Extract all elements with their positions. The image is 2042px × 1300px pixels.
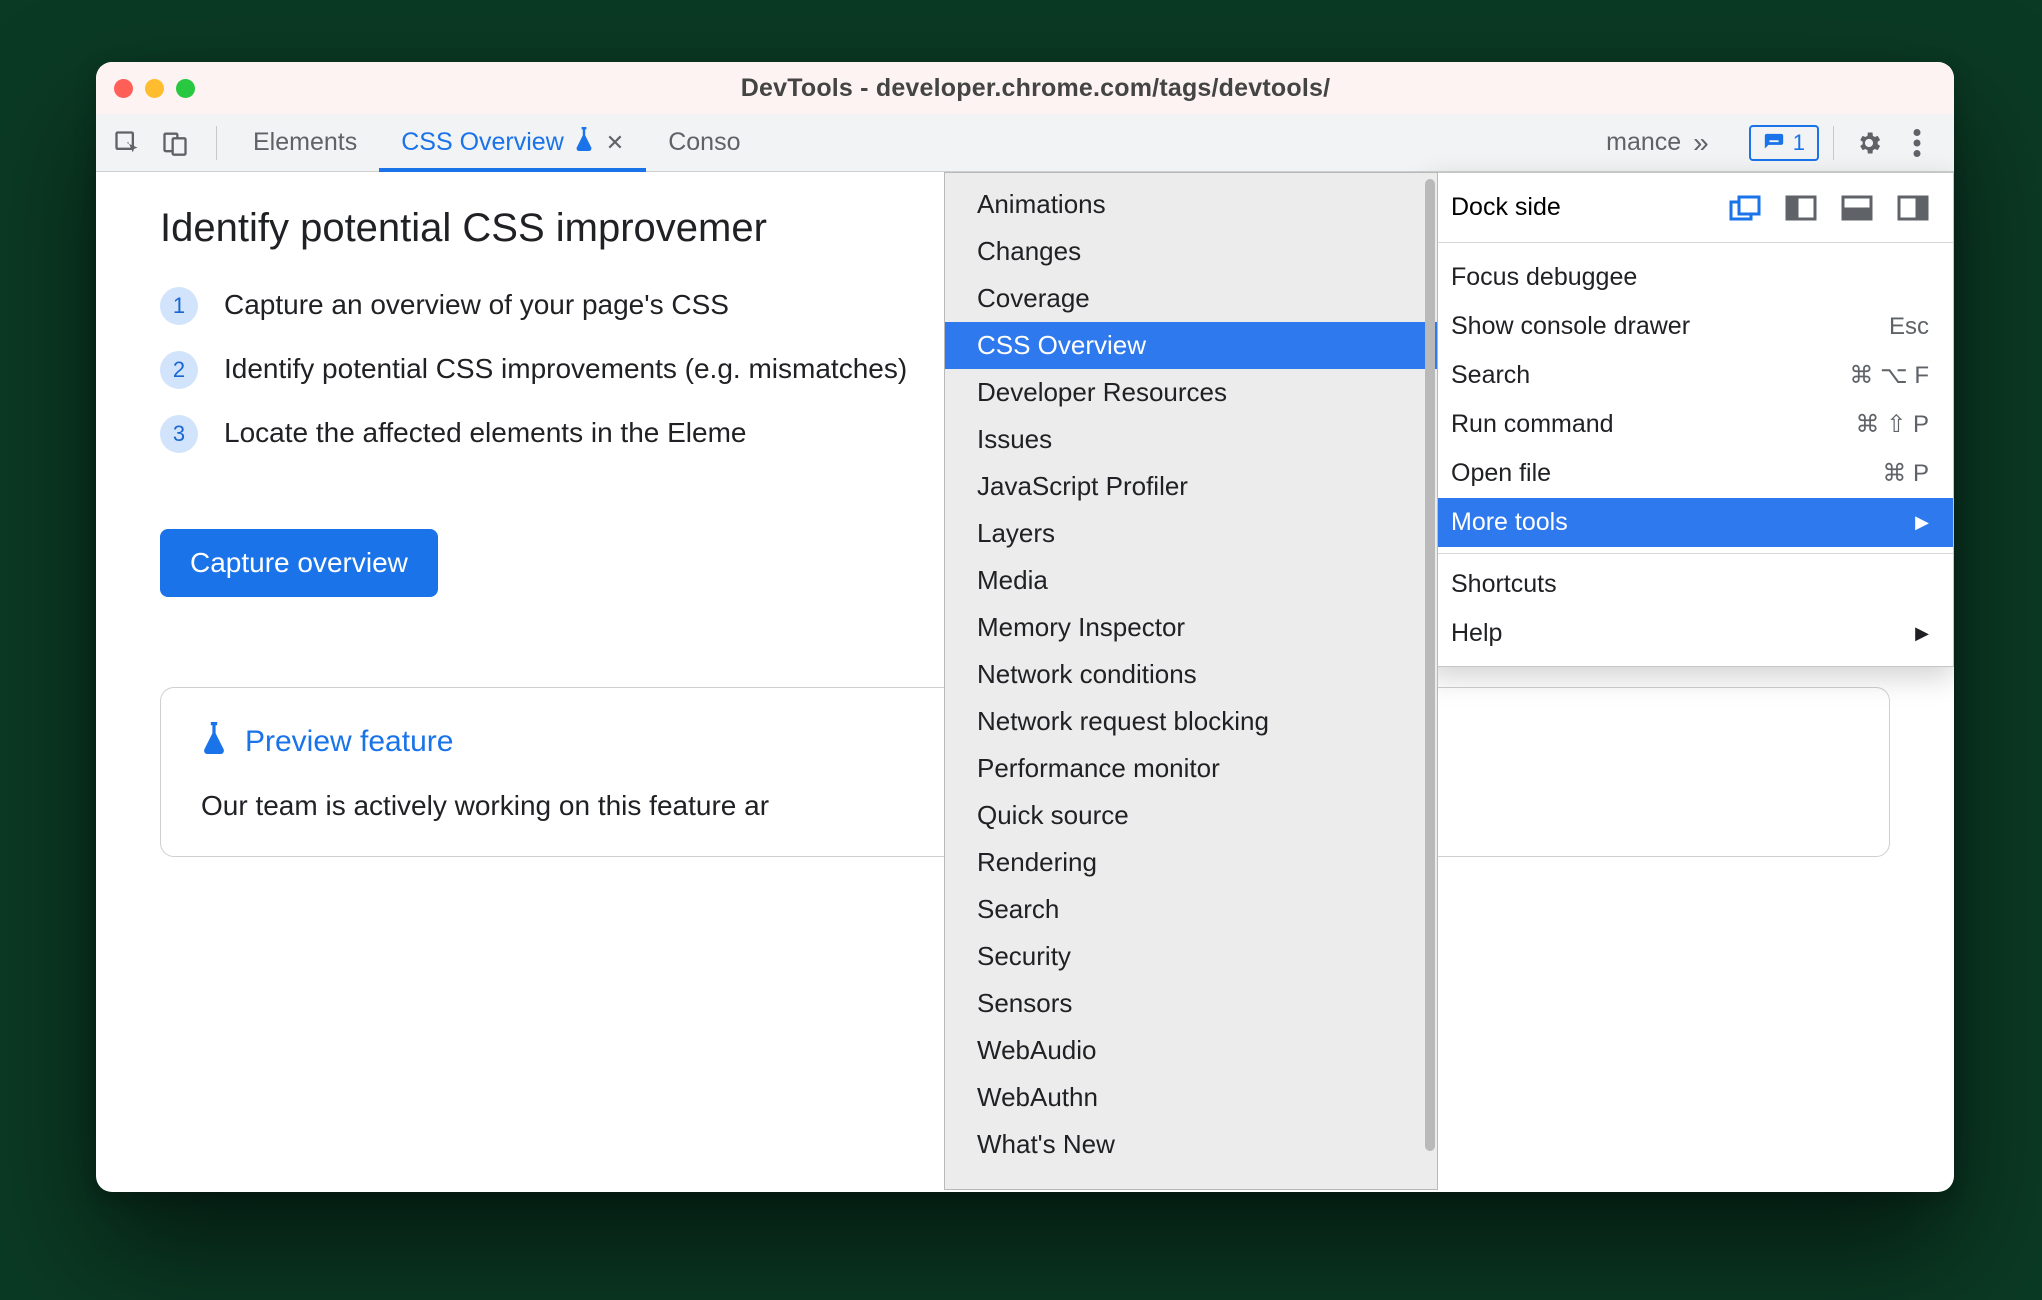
scrollbar[interactable] [1425,179,1435,1151]
panel-tabs: Elements CSS Overview ✕ Conso [231,114,762,171]
dock-left-icon[interactable] [1785,195,1817,221]
settings-menu: Dock side Focus debuggee Show console dra… [1426,172,1954,667]
submenu-item[interactable]: CSS Overview [945,322,1437,369]
kebab-menu-icon[interactable] [1896,122,1938,164]
issues-count: 1 [1793,130,1805,156]
dock-undock-icon[interactable] [1729,195,1761,221]
submenu-item[interactable]: Developer Resources [945,369,1437,416]
step-text: Capture an overview of your page's CSS [224,285,729,325]
submenu-item[interactable]: Media [945,557,1437,604]
device-toolbar-icon[interactable] [154,122,196,164]
minimize-window-button[interactable] [145,79,164,98]
tab-label: CSS Overview [401,128,564,157]
menu-item-more-tools[interactable]: More tools ▶ [1427,498,1953,547]
tab-performance-partial[interactable]: mance [1598,128,1689,157]
submenu-item[interactable]: Layers [945,510,1437,557]
step-number: 3 [160,415,198,453]
menu-item[interactable]: Run command ⌘ ⇧ P [1427,400,1953,449]
dock-bottom-icon[interactable] [1841,195,1873,221]
tab-console[interactable]: Conso [646,114,762,171]
menu-item-help[interactable]: Help ▶ [1427,609,1953,658]
menu-label: Help [1451,619,1502,648]
menu-shortcut: Esc [1889,313,1929,341]
menu-item[interactable]: Show console drawer Esc [1427,302,1953,351]
submenu-item[interactable]: Rendering [945,839,1437,886]
submenu-item[interactable]: Sensors [945,980,1437,1027]
devtools-window: DevTools - developer.chrome.com/tags/dev… [96,62,1954,1192]
issues-badge[interactable]: 1 [1749,125,1819,161]
more-tabs-icon[interactable]: » [1693,127,1709,159]
more-tools-submenu: AnimationsChangesCoverageCSS OverviewDev… [944,172,1438,1190]
menu-item[interactable]: Open file ⌘ P [1427,449,1953,498]
zoom-window-button[interactable] [176,79,195,98]
submenu-item[interactable]: Performance monitor [945,745,1437,792]
submenu-item[interactable]: Changes [945,228,1437,275]
menu-label: Search [1451,361,1530,390]
submenu-item[interactable]: Search [945,886,1437,933]
inspect-element-icon[interactable] [106,122,148,164]
settings-icon[interactable] [1848,122,1890,164]
step-number: 1 [160,287,198,325]
separator [216,126,217,160]
submenu-item[interactable]: Coverage [945,275,1437,322]
close-icon[interactable]: ✕ [606,130,624,156]
step-text: Locate the affected elements in the Elem… [224,413,746,453]
menu-label: Open file [1451,459,1551,488]
tab-css-overview[interactable]: CSS Overview ✕ [379,114,646,171]
menu-label: Show console drawer [1451,312,1690,341]
preview-text-a: Our team is actively working on this fea… [201,790,769,821]
menu-label: Shortcuts [1451,570,1557,599]
devtools-toolbar: Elements CSS Overview ✕ Conso mance » 1 [96,114,1954,172]
menu-label: Focus debuggee [1451,263,1637,292]
flask-icon [201,722,227,762]
submenu-item[interactable]: Animations [945,181,1437,228]
step-text: Identify potential CSS improvements (e.g… [224,349,907,389]
menu-shortcut: ⌘ P [1882,459,1929,488]
menu-shortcut: ⌘ ⇧ P [1856,410,1929,439]
dock-side-label: Dock side [1451,193,1561,222]
tab-elements[interactable]: Elements [231,114,379,171]
separator [1427,553,1953,554]
submenu-arrow-icon: ▶ [1915,623,1929,644]
separator [1833,126,1834,160]
submenu-item[interactable]: Quick source [945,792,1437,839]
menu-item-shortcuts[interactable]: Shortcuts [1427,560,1953,609]
flask-icon [574,127,594,158]
close-window-button[interactable] [114,79,133,98]
menu-item[interactable]: Search ⌘ ⌥ F [1427,351,1953,400]
dock-side-row: Dock side [1427,173,1953,243]
submenu-item[interactable]: JavaScript Profiler [945,463,1437,510]
submenu-item[interactable]: WebAuthn [945,1074,1437,1121]
submenu-item[interactable]: Security [945,933,1437,980]
menu-label: Run command [1451,410,1614,439]
tab-label: mance [1606,128,1681,157]
submenu-item[interactable]: Network conditions [945,651,1437,698]
tab-label: Conso [668,128,740,157]
titlebar: DevTools - developer.chrome.com/tags/dev… [96,62,1954,114]
window-title: DevTools - developer.chrome.com/tags/dev… [195,74,1876,103]
menu-item[interactable]: Focus debuggee [1427,253,1953,302]
submenu-item[interactable]: WebAudio [945,1027,1437,1074]
preview-label: Preview feature [245,725,453,759]
dock-right-icon[interactable] [1897,195,1929,221]
submenu-arrow-icon: ▶ [1915,512,1929,533]
menu-label: More tools [1451,508,1568,537]
tab-label: Elements [253,128,357,157]
menu-shortcut: ⌘ ⌥ F [1849,361,1929,390]
submenu-item[interactable]: Network request blocking [945,698,1437,745]
submenu-item[interactable]: Issues [945,416,1437,463]
submenu-item[interactable]: Memory Inspector [945,604,1437,651]
step-number: 2 [160,351,198,389]
submenu-item[interactable]: What's New [945,1121,1437,1168]
capture-overview-button[interactable]: Capture overview [160,529,438,597]
window-controls [114,79,195,98]
